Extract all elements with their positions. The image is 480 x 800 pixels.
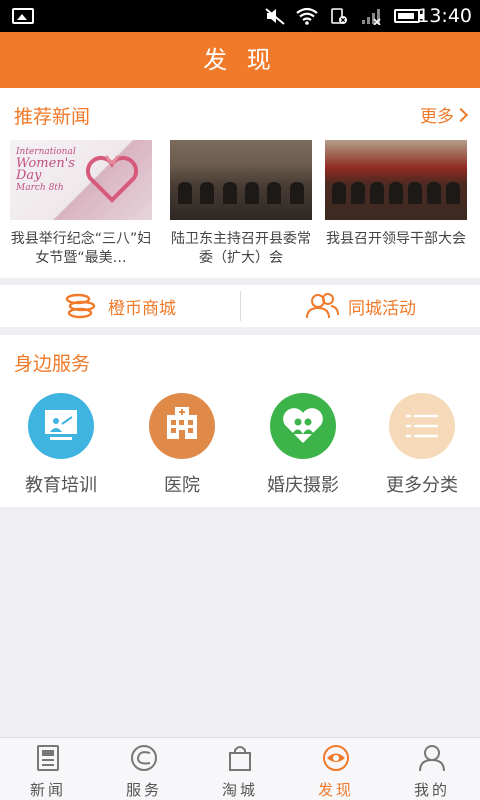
people-icon [306, 293, 339, 319]
hospital-icon [149, 393, 215, 459]
eye-icon [323, 745, 349, 771]
heart-ribbon-icon [86, 155, 138, 203]
tab-service[interactable]: 服务 [96, 738, 192, 800]
service-wedding-photography[interactable]: 婚庆摄影 [253, 393, 353, 497]
news-caption: 我县举行纪念“三八”妇女节暨“最美… [10, 231, 152, 266]
nearby-services-section: 身边服务 教育培训 医院 婚庆摄影 更多分类 [0, 335, 480, 507]
sim-icon [331, 8, 347, 24]
news-thumbnail [170, 140, 312, 220]
service-label: 医院 [164, 475, 200, 496]
coins-icon [65, 293, 96, 319]
more-label: 更多 [420, 107, 454, 127]
services-section-title: 身边服务 [14, 353, 91, 375]
service-label: 教育培训 [25, 475, 97, 496]
chevron-right-icon [453, 107, 469, 122]
status-time: 13:40 [417, 5, 472, 27]
meeting-photo [331, 182, 461, 210]
user-icon [419, 745, 445, 772]
newspaper-icon [37, 745, 59, 771]
more-news-link[interactable]: 更多 [420, 102, 469, 127]
tab-label: 我的 [413, 781, 450, 799]
education-icon [28, 393, 94, 459]
battery-icon [394, 9, 423, 23]
service-education[interactable]: 教育培训 [11, 393, 111, 497]
tab-discover[interactable]: 发现 [288, 738, 384, 800]
news-thumbnail [325, 140, 467, 220]
quick-links-bar: 橙币商城 同城活动 [0, 285, 480, 327]
news-item[interactable]: 陆卫东主持召开县委常委（扩大）会 [170, 140, 312, 268]
mall-label: 橙币商城 [108, 298, 176, 319]
orange-coin-mall-button[interactable]: 橙币商城 [64, 285, 176, 327]
tab-news[interactable]: 新闻 [0, 738, 96, 800]
app-header: 发 现 [0, 32, 480, 88]
meeting-photo [176, 182, 306, 210]
wedding-heart-icon [270, 393, 336, 459]
service-hospital[interactable]: 医院 [132, 393, 232, 497]
news-item[interactable]: 我县召开领导干部大会 [325, 140, 467, 268]
status-icons [264, 7, 382, 25]
tab-label: 服务 [125, 781, 162, 799]
news-caption: 我县召开领导干部大会 [326, 231, 466, 247]
recommended-news-section: 推荐新闻 更多 International Women's Day March … [0, 88, 480, 278]
tab-label: 淘城 [221, 781, 258, 799]
local-activities-button[interactable]: 同城活动 [304, 285, 416, 327]
shopping-bag-icon [229, 746, 251, 771]
tab-label: 新闻 [29, 781, 66, 799]
service-label: 更多分类 [386, 475, 458, 496]
divider [240, 291, 241, 321]
signal-icon [362, 9, 381, 25]
list-icon [389, 393, 455, 459]
wifi-icon [296, 7, 318, 25]
news-section-title: 推荐新闻 [14, 106, 91, 128]
mute-icon [265, 8, 285, 25]
bottom-nav: 新闻 服务 淘城 发现 我的 [0, 737, 480, 800]
news-thumbnail: International Women's Day March 8th [10, 140, 152, 220]
tab-taocheng[interactable]: 淘城 [192, 738, 288, 800]
service-more-categories[interactable]: 更多分类 [372, 393, 472, 497]
activity-label: 同城活动 [348, 298, 416, 319]
thumbnail-text: International Women's Day March 8th [16, 147, 76, 193]
gallery-notification-icon [12, 8, 34, 24]
page-title: 发 现 [203, 46, 277, 74]
service-label: 婚庆摄影 [267, 475, 339, 496]
status-bar: 13:40 [0, 0, 480, 32]
news-item[interactable]: International Women's Day March 8th 我县举行… [10, 140, 152, 268]
tab-mine[interactable]: 我的 [384, 738, 480, 800]
news-caption: 陆卫东主持召开县委常委（扩大）会 [171, 231, 311, 266]
tab-label: 发现 [317, 781, 354, 799]
service-icon [131, 745, 157, 771]
